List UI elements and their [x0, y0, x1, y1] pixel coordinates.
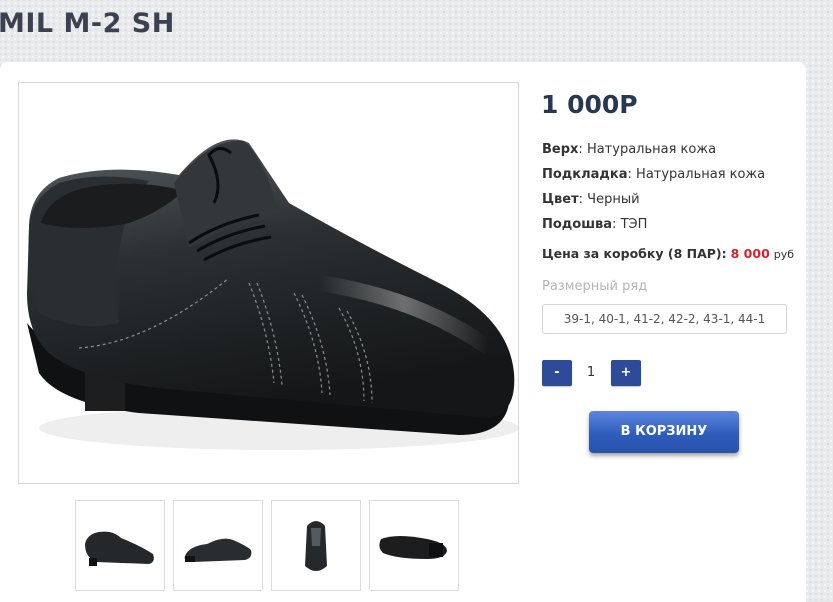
box-price: Цена за коробку (8 ПАР): 8 000 руб — [542, 246, 794, 261]
thumbnail-front[interactable] — [271, 500, 361, 591]
product-title: MIL M-2 SH — [0, 8, 175, 39]
box-price-value: 8 000 — [730, 246, 770, 261]
size-range-select[interactable]: 39-1, 40-1, 41-2, 42-2, 43-1, 44-1 — [542, 304, 787, 334]
box-price-label: Цена за коробку (8 ПАР): — [542, 246, 727, 261]
quantity-input[interactable]: 1 — [572, 360, 610, 386]
shoe-image — [27, 139, 518, 450]
shoe-thumbnail — [85, 531, 154, 566]
product-specs: Верх: Натуральная кожа Подкладка: Натура… — [542, 141, 765, 241]
product-price: 1 000Р — [541, 90, 638, 119]
thumbnail-side-angle[interactable] — [173, 500, 263, 591]
shoe-thumbnail — [379, 535, 447, 559]
add-to-cart-button[interactable]: В КОРЗИНУ — [589, 411, 739, 453]
thumbnail-sole[interactable] — [369, 500, 459, 591]
shoe-thumbnail — [305, 520, 327, 571]
spec-color: Цвет: Черный — [542, 192, 640, 207]
spec-lining: Подкладка: Натуральная кожа — [542, 167, 766, 182]
thumbnail-gallery — [75, 500, 459, 591]
main-product-image[interactable] — [18, 82, 519, 484]
quantity-increase-button[interactable]: + — [611, 360, 641, 386]
shoe-thumbnail — [184, 538, 252, 562]
quantity-decrease-button[interactable]: - — [542, 360, 572, 386]
box-price-currency: руб — [773, 248, 795, 261]
spec-upper: Верх: Натуральная кожа — [542, 142, 717, 157]
thumbnail-side[interactable] — [75, 500, 165, 591]
spec-sole: Подошва: ТЭП — [542, 217, 648, 232]
size-range-label: Размерный ряд — [542, 279, 648, 294]
